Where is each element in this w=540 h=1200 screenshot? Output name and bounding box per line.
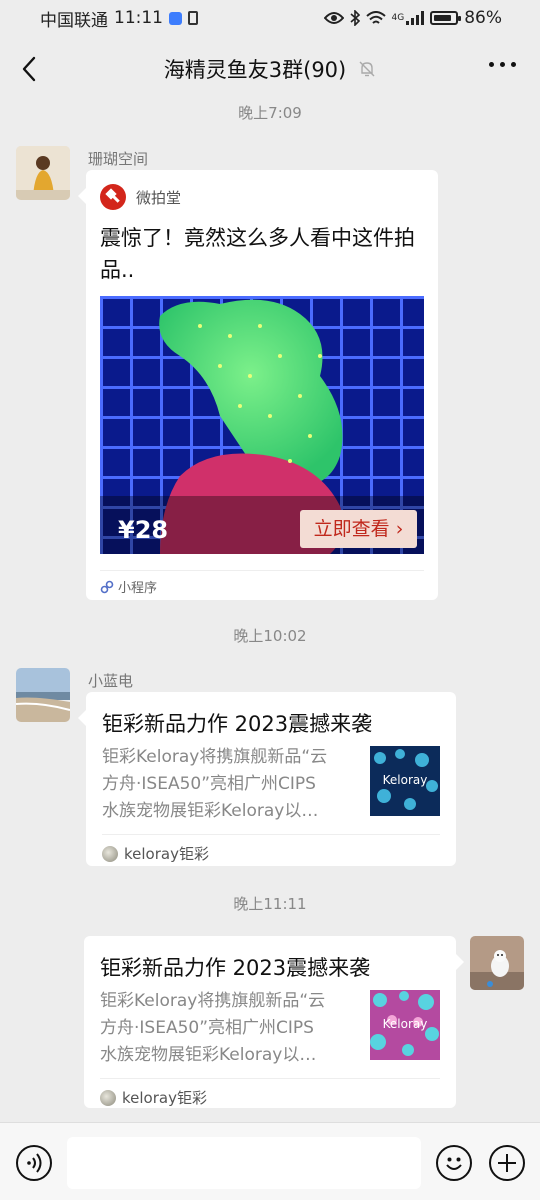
mini-program-card[interactable]: 微拍堂 震惊了！竟然这么多人看中这件拍品.. ¥28 立即查看 › 小程序 <box>78 170 438 600</box>
view-now-button[interactable]: 立即查看 › <box>300 510 417 548</box>
bluetooth-icon <box>349 10 360 26</box>
avatar[interactable] <box>16 146 70 200</box>
link-desc-line: 方舟·ISEA50”亮相广州CIPS <box>100 1018 314 1038</box>
source-name: keloray钜彩 <box>124 845 209 863</box>
time-separator: 晚上10:02 <box>233 627 307 645</box>
link-source: keloray钜彩 <box>100 1078 440 1108</box>
status-time: 11:11 <box>114 8 163 28</box>
link-description: 钜彩Keloray将携旗舰新品“云 方舟·ISEA50”亮相广州CIPS 水族宠… <box>102 744 356 825</box>
sender-name: 小蓝电 <box>88 672 134 690</box>
chat-title: 海精灵鱼友3群(90) <box>163 58 347 82</box>
avatar[interactable] <box>470 936 524 990</box>
chat-input-bar <box>0 1122 540 1200</box>
link-title: 钜彩新品力作 2023震撼来袭 <box>100 956 371 980</box>
voice-icon <box>27 1153 42 1173</box>
time-separator: 晚上11:11 <box>233 895 307 913</box>
battery-percent: 86% <box>464 8 502 28</box>
plus-icon <box>498 1154 516 1172</box>
link-desc-line: 方舟·ISEA50”亮相广州CIPS <box>102 774 316 794</box>
mini-program-footer: 小程序 <box>100 570 424 596</box>
link-desc-line: 水族宠物展钜彩Keloray以… <box>100 1045 317 1065</box>
thumb-brand-text: Keloray <box>383 773 428 787</box>
sender-name: 珊瑚空间 <box>88 150 149 168</box>
coral-image: ¥28 立即查看 › <box>100 296 424 554</box>
chevron-left-icon <box>22 56 36 82</box>
plus-button[interactable] <box>489 1145 525 1181</box>
thumb-brand-text: Keloray <box>383 1017 428 1031</box>
sim-card-icon <box>188 11 198 25</box>
mini-program-icon <box>100 580 114 593</box>
battery-icon <box>430 11 462 25</box>
mini-program-header: 微拍堂 <box>100 184 181 210</box>
link-thumbnail: Keloray <box>370 746 440 816</box>
carrier-label: 中国联通 <box>40 10 108 31</box>
source-name: keloray钜彩 <box>122 1089 207 1107</box>
link-desc-line: 水族宠物展钜彩Keloray以… <box>102 801 319 821</box>
mini-program-label: 小程序 <box>118 581 158 596</box>
link-title: 钜彩新品力作 2023震撼来袭 <box>102 712 373 736</box>
source-avatar-icon <box>102 845 118 862</box>
time-separator: 晚上7:09 <box>238 104 302 122</box>
status-left: 中国联通 11:11 <box>40 6 198 31</box>
wifi-icon <box>365 10 386 24</box>
network-label: 4G <box>391 13 405 23</box>
message-input[interactable] <box>67 1137 421 1189</box>
emoji-icon <box>446 1157 462 1170</box>
voice-button[interactable] <box>16 1145 52 1181</box>
more-dots-icon[interactable] <box>489 62 516 67</box>
battery-fill <box>434 15 452 21</box>
link-thumbnail: Keloray <box>370 990 440 1060</box>
auction-hammer-icon <box>100 184 126 210</box>
bell-off-icon <box>359 61 375 77</box>
link-source: keloray钜彩 <box>102 834 440 864</box>
link-desc-line: 钜彩Keloray将携旗舰新品“云 <box>100 991 326 1011</box>
link-desc-line: 钜彩Keloray将携旗舰新品“云 <box>102 747 328 767</box>
price-label: ¥28 <box>118 516 169 544</box>
emoji-button[interactable] <box>436 1145 472 1181</box>
chat-header: 海精灵鱼友3群(90) <box>0 44 540 94</box>
shield-icon <box>169 11 182 25</box>
mini-program-title: 震惊了！竟然这么多人看中这件拍品.. <box>100 226 415 282</box>
link-card[interactable]: 钜彩新品力作 2023震撼来袭 钜彩Keloray将携旗舰新品“云 方舟·ISE… <box>78 692 456 866</box>
avatar[interactable] <box>16 668 70 722</box>
link-description: 钜彩Keloray将携旗舰新品“云 方舟·ISEA50”亮相广州CIPS 水族宠… <box>100 988 354 1069</box>
back-button[interactable] <box>16 52 50 86</box>
source-avatar-icon <box>100 1089 116 1106</box>
link-card[interactable]: 钜彩新品力作 2023震撼来袭 钜彩Keloray将携旗舰新品“云 方舟·ISE… <box>84 936 464 1108</box>
view-now-label: 立即查看 <box>313 518 390 540</box>
status-bar: 中国联通 11:11 4G 86% <box>0 0 540 36</box>
mini-program-name: 微拍堂 <box>136 188 182 207</box>
signal-icon <box>406 11 425 25</box>
status-right: 4G 86% <box>323 8 502 28</box>
eye-icon <box>323 12 344 24</box>
